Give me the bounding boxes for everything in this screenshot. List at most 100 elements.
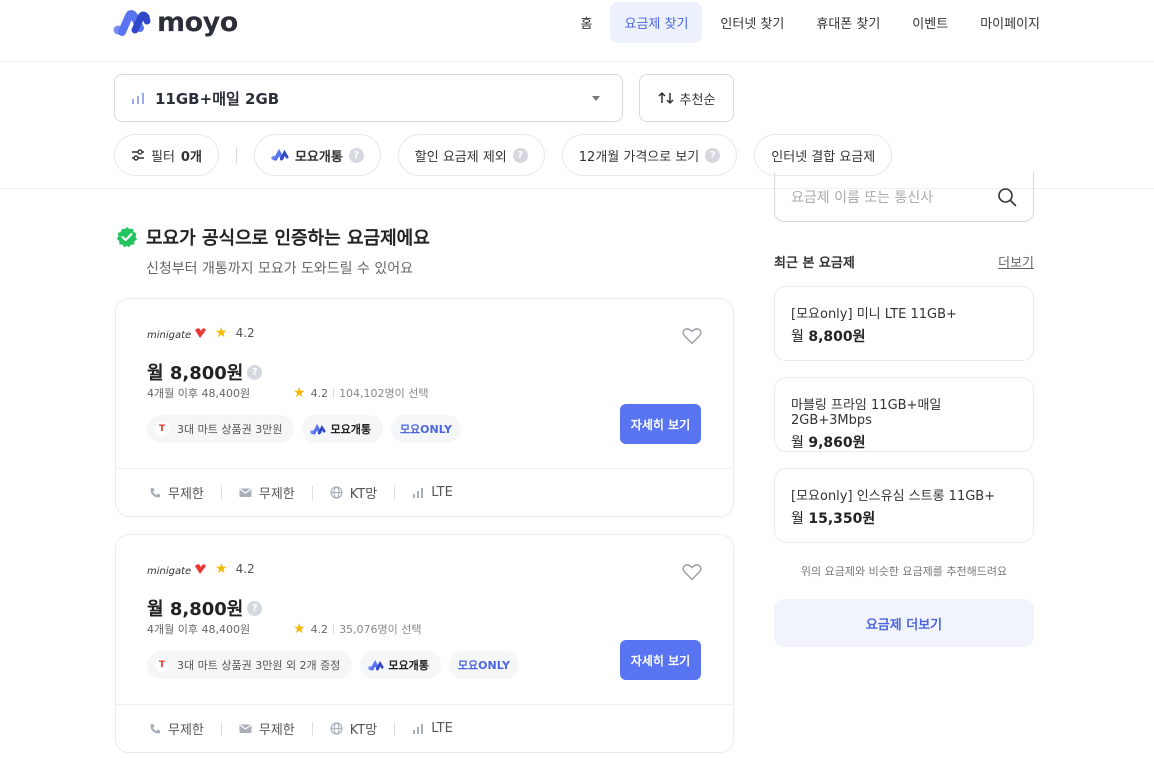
- phone-icon: [150, 487, 160, 497]
- nav-find-plans[interactable]: 요금제 찾기: [610, 2, 703, 43]
- twelve-month-label: 12개월 가격으로 보기: [578, 149, 700, 165]
- carrier-rating: 4.2: [235, 326, 255, 340]
- plan-data-select[interactable]: 11GB+매일 2GB: [114, 74, 623, 122]
- recent-plan-card[interactable]: [모요only] 미니 LTE 11GB+ 월 8,800원: [774, 286, 1034, 361]
- card-divider: [116, 704, 733, 705]
- chevron-down-icon: [592, 95, 600, 101]
- main-nav: 홈 요금제 찾기 인터넷 찾기 휴대폰 찾기 이벤트 마이페이지: [567, 2, 1054, 43]
- help-icon[interactable]: ?: [512, 147, 528, 163]
- heart-icon[interactable]: [681, 325, 703, 347]
- star-icon: ★: [293, 385, 306, 401]
- svg-text:minigate: minigate: [147, 330, 191, 340]
- spec-call-value: 무제한: [168, 723, 204, 738]
- recent-plan-card[interactable]: 마블링 프라임 11GB+매일2GB+3Mbps 월 9,860원: [774, 377, 1034, 452]
- recent-plan-name: [모요only] 미니 LTE 11GB+: [791, 307, 957, 322]
- moyo-activation-tag: 모요개통: [360, 651, 441, 679]
- chip-divider: [235, 147, 237, 163]
- twelve-month-price-chip[interactable]: 12개월 가격으로 보기 ?: [561, 134, 738, 176]
- spec-sms-value: 무제한: [258, 723, 295, 738]
- sort-label: 추천순: [679, 92, 716, 108]
- phone-icon: [150, 723, 160, 733]
- rating-score: 4.2: [310, 386, 329, 400]
- sort-button[interactable]: 추천순: [639, 74, 734, 122]
- price-prefix: 월: [791, 511, 804, 527]
- sort-arrows-icon: [658, 91, 674, 105]
- help-icon[interactable]: ?: [348, 147, 364, 163]
- exclude-discount-label: 할인 요금제 제외: [414, 149, 507, 165]
- help-icon[interactable]: ?: [247, 600, 263, 616]
- spec-sms: 무제한: [239, 719, 295, 738]
- carrier-info: minigate ★ 4.2: [147, 325, 255, 341]
- spec-call: 무제한: [149, 719, 204, 738]
- exclude-discount-chip[interactable]: 할인 요금제 제외 ?: [397, 134, 545, 176]
- filter-chip[interactable]: 필터 0개: [114, 134, 219, 176]
- spec-network-value: KT망: [349, 487, 378, 502]
- logo-text: moyo: [157, 6, 238, 38]
- spec-network: KT망: [330, 483, 377, 502]
- spec-call: 무제한: [149, 483, 204, 502]
- price-amount: 9,860원: [808, 435, 866, 451]
- star-icon: ★: [293, 621, 306, 637]
- filter-count: 0개: [180, 149, 202, 165]
- plan-tags: T 3대 마트 상품권 3만원 모요개통 모요ONLY: [147, 415, 461, 443]
- price-prefix: 월: [791, 329, 804, 345]
- more-plans-button[interactable]: 요금제 더보기: [774, 599, 1034, 647]
- spec-divider: [394, 485, 396, 500]
- spec-type-value: LTE: [431, 721, 453, 736]
- nav-find-internet[interactable]: 인터넷 찾기: [706, 2, 798, 43]
- signal-bars-icon: [413, 723, 424, 734]
- internet-bundle-chip[interactable]: 인터넷 결합 요금제: [754, 134, 893, 176]
- moyo-tag-text: 모요개통: [330, 423, 371, 436]
- moyo-logo[interactable]: moyo: [113, 6, 238, 38]
- moyo-only-tag: 모요ONLY: [390, 415, 461, 443]
- gift-text: 3대 마트 상품권 3만원: [177, 423, 283, 436]
- filter-label: 필터: [151, 149, 175, 165]
- certified-heading: 모요가 공식으로 인증하는 요금제에요: [116, 224, 430, 250]
- internet-bundle-label: 인터넷 결합 요금제: [771, 149, 876, 165]
- moyo-activation-chip[interactable]: 모요개통 ?: [253, 134, 381, 176]
- view-details-button[interactable]: 자세히 보기: [620, 640, 701, 680]
- spec-sms: 무제한: [239, 483, 295, 502]
- certified-subtitle: 신청부터 개통까지 모요가 도와드릴 수 있어요: [146, 261, 413, 277]
- search-icon[interactable]: [997, 187, 1017, 207]
- minigate-logo: minigate: [147, 328, 206, 340]
- plan-rating: ★ 4.2 104,102명이 선택: [293, 385, 429, 401]
- plan-specs: 무제한 무제한 KT망 LTE: [149, 483, 453, 502]
- gift-tag: T 3대 마트 상품권 3만원 외 2개 증정: [147, 651, 353, 679]
- help-icon[interactable]: ?: [247, 364, 263, 380]
- spec-type-value: LTE: [431, 485, 453, 500]
- sliders-icon: [132, 149, 144, 161]
- filter-bar: 11GB+매일 2GB 추천순 필터 0개 모요개통 ? 할인 요금제 제외 ?…: [0, 62, 1154, 189]
- spec-call-value: 무제한: [168, 487, 204, 502]
- gift-brand-icon: T: [155, 422, 169, 436]
- star-icon: ★: [215, 325, 228, 341]
- similar-plans-note: 위의 요금제와 비슷한 요금제를 추천해드려요: [800, 565, 1008, 578]
- price-amount: 8,800원: [808, 329, 866, 345]
- plan-card[interactable]: minigate ★ 4.2 월 8,800원 ? 4개월 이후 48,400원…: [115, 534, 734, 753]
- plan-rating: ★ 4.2 35,076명이 선택: [293, 621, 422, 637]
- globe-icon: [330, 722, 343, 735]
- recent-plan-name: [모요only] 인스유심 스트롱 11GB+: [791, 489, 996, 504]
- price-after-promo: 4개월 이후 48,400원: [147, 623, 251, 636]
- plan-search-input[interactable]: 요금제 이름 또는 통신사: [774, 172, 1034, 222]
- recent-plans-more-link[interactable]: 더보기: [998, 252, 1034, 271]
- spec-divider: [311, 721, 313, 736]
- svg-text:minigate: minigate: [147, 566, 191, 576]
- plan-specs: 무제한 무제한 KT망 LTE: [149, 719, 453, 738]
- selected-count: 104,102명이 선택: [339, 387, 429, 400]
- help-icon[interactable]: ?: [705, 147, 721, 163]
- recent-plan-price: 월 8,800원: [791, 326, 1017, 346]
- spec-divider: [311, 485, 313, 500]
- moyo-logo-icon: [113, 10, 151, 36]
- moyo-mini-logo-icon: [368, 659, 384, 671]
- recent-plan-card[interactable]: [모요only] 인스유심 스트롱 11GB+ 월 15,350원: [774, 468, 1034, 543]
- heart-icon[interactable]: [681, 561, 703, 583]
- nav-home[interactable]: 홈: [567, 2, 607, 43]
- nav-my-page[interactable]: 마이페이지: [966, 2, 1054, 43]
- plan-select-value: 11GB+매일 2GB: [155, 89, 280, 108]
- plan-card[interactable]: minigate ★ 4.2 월 8,800원 ? 4개월 이후 48,400원…: [115, 298, 734, 517]
- nav-events[interactable]: 이벤트: [898, 2, 962, 43]
- gift-brand-icon: T: [155, 658, 169, 672]
- view-details-button[interactable]: 자세히 보기: [620, 404, 701, 444]
- nav-find-phone[interactable]: 휴대폰 찾기: [802, 2, 894, 43]
